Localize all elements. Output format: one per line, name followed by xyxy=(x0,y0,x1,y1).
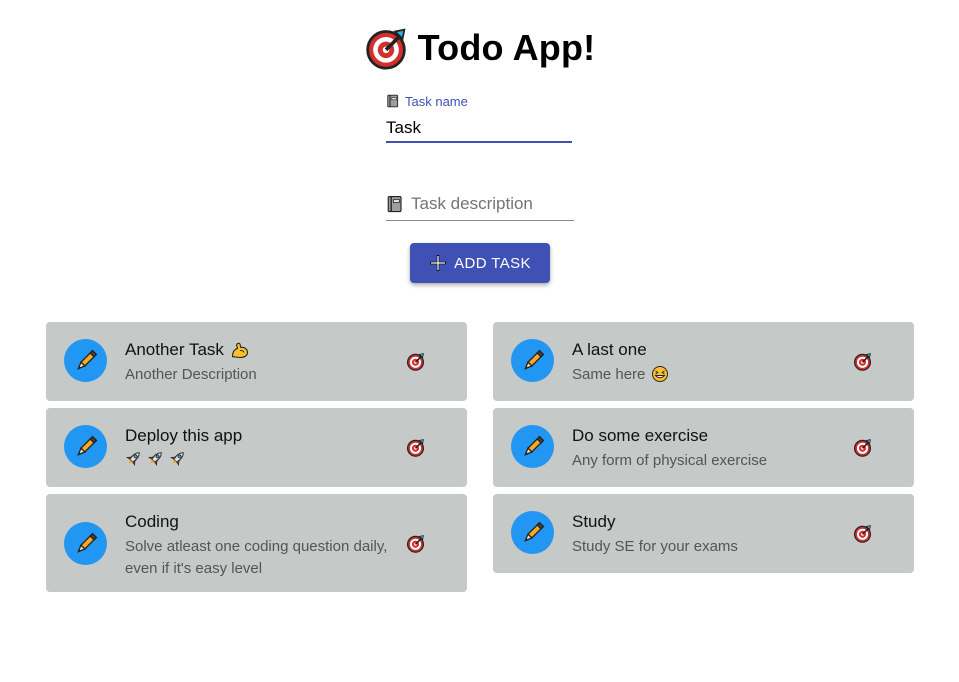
add-task-label: ADD TASK xyxy=(454,254,531,272)
target-dart-icon[interactable] xyxy=(406,352,425,371)
task-description-field xyxy=(386,188,574,221)
task-name-label: Task name xyxy=(405,93,468,109)
target-dart-icon[interactable] xyxy=(853,438,872,457)
task-description-row: Same here xyxy=(572,364,844,386)
page-title: Todo App! xyxy=(417,27,596,68)
task-description: Solve atleast one coding question daily,… xyxy=(125,538,388,577)
plus-icon xyxy=(430,255,447,271)
pencil-icon xyxy=(522,349,544,371)
task-title-row: Another Task xyxy=(125,340,397,360)
task-title: A last one xyxy=(572,340,647,359)
avatar xyxy=(511,511,554,554)
task-description-emojis xyxy=(125,449,397,467)
task-card: Coding Solve atleast one coding question… xyxy=(46,494,467,592)
task-title: Coding xyxy=(125,512,179,531)
flexed-biceps-icon xyxy=(231,342,248,359)
app-header: Todo App! xyxy=(0,26,959,70)
task-description-input[interactable] xyxy=(411,194,571,214)
pencil-icon xyxy=(522,435,544,457)
pencil-icon xyxy=(75,435,97,457)
target-dart-icon xyxy=(365,27,406,70)
task-title: Deploy this app xyxy=(125,426,243,445)
task-name-field: Task name xyxy=(386,92,574,143)
task-description: Another Description xyxy=(125,366,257,383)
task-card: A last one Same here xyxy=(493,322,914,401)
avatar xyxy=(64,339,107,382)
add-task-button[interactable]: ADD TASK xyxy=(410,243,550,283)
pencil-icon xyxy=(75,349,97,371)
pencil-icon xyxy=(75,532,97,554)
task-name-label-row: Task name xyxy=(386,92,574,110)
rocket-icon xyxy=(125,449,143,467)
rocket-icon xyxy=(169,449,187,467)
avatar xyxy=(511,339,554,382)
task-name-input[interactable] xyxy=(386,115,572,143)
avatar xyxy=(64,522,107,565)
task-card: Study Study SE for your exams xyxy=(493,494,914,573)
target-dart-icon[interactable] xyxy=(853,524,872,543)
pencil-icon xyxy=(522,521,544,543)
task-list-right: A last one Same here Do some exercise An… xyxy=(493,322,914,580)
notebook-icon xyxy=(387,94,399,108)
rocket-icon xyxy=(147,449,165,467)
task-description: Study SE for your exams xyxy=(572,538,738,555)
avatar xyxy=(511,425,554,468)
target-dart-icon[interactable] xyxy=(406,438,425,457)
task-title: Another Task xyxy=(125,340,224,359)
task-card: Do some exercise Any form of physical ex… xyxy=(493,408,914,487)
target-dart-icon[interactable] xyxy=(406,534,425,553)
grinning-squinting-face-icon xyxy=(652,366,669,382)
task-description: Same here xyxy=(572,366,646,383)
task-card: Deploy this app xyxy=(46,408,467,487)
task-title: Do some exercise xyxy=(572,426,709,445)
task-description: Any form of physical exercise xyxy=(572,452,768,469)
task-card: Another Task Another Description xyxy=(46,322,467,401)
target-dart-icon[interactable] xyxy=(853,352,872,371)
task-list-left: Another Task Another Description Deploy … xyxy=(46,322,467,599)
avatar xyxy=(64,425,107,468)
task-title: Study xyxy=(572,512,616,531)
notebook-icon xyxy=(387,195,402,213)
